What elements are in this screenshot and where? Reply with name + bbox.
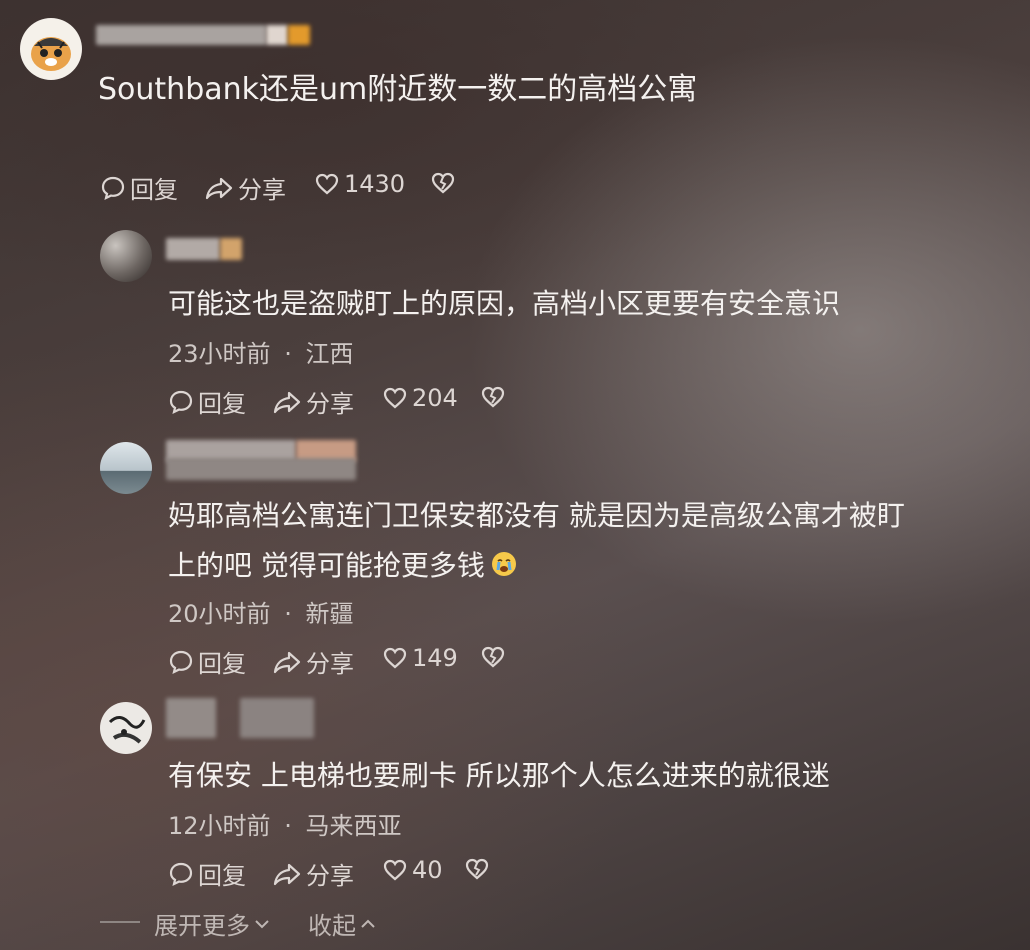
broken-heart-icon xyxy=(431,172,455,194)
like-button[interactable]: 40 xyxy=(382,856,443,884)
share-arrow-icon xyxy=(273,651,301,673)
reply-button[interactable]: 回复 xyxy=(168,384,246,419)
separator: · xyxy=(284,340,292,368)
dislike-button[interactable] xyxy=(464,856,494,882)
broken-heart-icon xyxy=(465,858,489,880)
heart-icon xyxy=(383,647,407,669)
heart-icon xyxy=(383,859,407,881)
broken-heart-icon xyxy=(481,386,505,408)
timestamp: 20小时前 xyxy=(168,600,271,628)
location: 新疆 xyxy=(305,600,354,628)
location: 马来西亚 xyxy=(305,812,402,840)
username-redacted-2 xyxy=(240,698,314,738)
share-arrow-icon xyxy=(273,391,301,413)
username-redacted-2 xyxy=(166,458,356,480)
comment-meta: 23小时前 · 江西 xyxy=(168,334,353,369)
comment-bubble-icon xyxy=(101,176,125,200)
username-redacted[interactable] xyxy=(166,238,220,260)
comment-bubble-icon xyxy=(169,862,193,886)
collapse-button[interactable]: 收起 xyxy=(308,906,382,941)
comment-meta: 20小时前 · 新疆 xyxy=(168,594,353,629)
separator: · xyxy=(284,812,292,840)
dislike-button[interactable] xyxy=(480,384,510,410)
share-arrow-icon xyxy=(205,177,233,199)
user-avatar-photo[interactable] xyxy=(100,230,152,282)
share-button[interactable]: 分享 xyxy=(204,170,286,205)
separator: · xyxy=(284,600,292,628)
timestamp: 23小时前 xyxy=(168,340,271,368)
dislike-button[interactable] xyxy=(480,644,510,670)
location: 江西 xyxy=(305,340,354,368)
username-redacted[interactable] xyxy=(96,25,266,45)
chevron-up-icon xyxy=(361,919,375,928)
share-arrow-icon xyxy=(273,863,301,885)
timestamp: 12小时前 xyxy=(168,812,271,840)
like-button[interactable]: 204 xyxy=(382,384,458,412)
footer-divider xyxy=(100,921,140,923)
username-redacted-tag xyxy=(288,25,310,45)
like-button[interactable]: 149 xyxy=(382,644,458,672)
like-button[interactable]: 1430 xyxy=(314,170,405,198)
comment-text-line-1: 妈耶高档公寓连门卫保安都没有 就是因为是高级公寓才被盯 xyxy=(168,499,905,532)
username-redacted[interactable] xyxy=(166,698,216,738)
reply-button[interactable]: 回复 xyxy=(168,644,246,679)
share-button[interactable]: 分享 xyxy=(272,384,354,419)
heart-icon xyxy=(383,387,407,409)
comment-bubble-icon xyxy=(169,650,193,674)
broken-heart-icon xyxy=(481,646,505,668)
comment-text: 有保安 上电梯也要刷卡 所以那个人怎么进来的就很迷 xyxy=(168,759,830,792)
crying-face-emoji xyxy=(491,552,516,576)
comment-text: 可能这也是盗贼盯上的原因，高档小区更要有安全意识 xyxy=(168,287,841,320)
reply-button[interactable]: 回复 xyxy=(168,856,246,891)
comment-text: Southbank还是um附近数一数二的高档公寓 xyxy=(98,72,698,107)
heart-icon xyxy=(315,173,339,195)
expand-more-button[interactable]: 展开更多 xyxy=(154,906,276,941)
comment-meta: 12小时前 · 马来西亚 xyxy=(168,806,401,841)
chevron-down-icon xyxy=(255,919,269,928)
dislike-button[interactable] xyxy=(430,170,460,196)
user-avatar-sketch[interactable] xyxy=(100,702,152,754)
username-redacted-badge xyxy=(266,25,288,45)
username-redacted-tag xyxy=(220,238,242,260)
share-button[interactable]: 分享 xyxy=(272,856,354,891)
comment-bubble-icon xyxy=(169,390,193,414)
comment-text-line-2: 上的吧 觉得可能抢更多钱 xyxy=(168,544,517,584)
share-button[interactable]: 分享 xyxy=(272,644,354,679)
user-avatar-landscape[interactable] xyxy=(100,442,152,494)
reply-button[interactable]: 回复 xyxy=(100,170,178,205)
user-avatar-tiger[interactable] xyxy=(20,18,82,80)
